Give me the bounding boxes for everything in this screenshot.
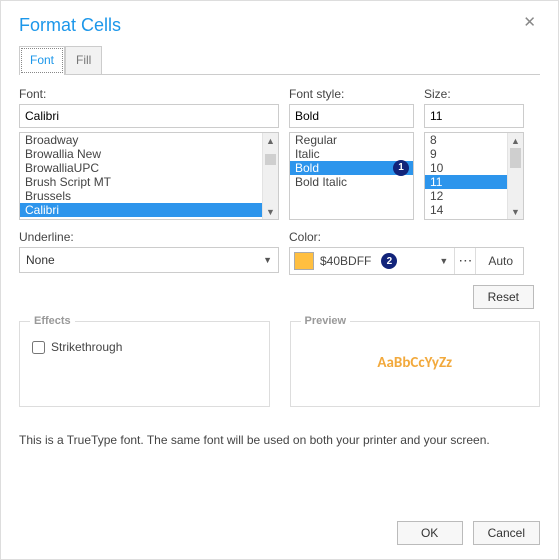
strikethrough-input[interactable] [32,341,45,354]
tab-fill[interactable]: Fill [65,46,102,74]
chevron-down-icon[interactable]: ▼ [263,204,278,219]
underline-value: None [26,253,55,267]
scrollbar[interactable]: ▲ ▼ [262,133,278,219]
dialog-title: Format Cells [19,15,121,36]
fontstyle-input[interactable] [289,104,414,128]
chevron-down-icon[interactable]: ▼ [508,204,523,219]
color-value: $40BDFF [320,254,371,268]
close-icon[interactable]: ✕ [519,15,540,30]
button-bar: OK Cancel [397,521,540,545]
chevron-up-icon[interactable]: ▲ [263,133,278,148]
font-input[interactable] [19,104,279,128]
chevron-up-icon[interactable]: ▲ [508,133,523,148]
chevron-down-icon: ▼ [263,255,272,265]
underline-label: Underline: [19,230,279,244]
color-picker[interactable]: $40BDFF 2 ▼ ⋯ Auto [289,247,524,275]
preview-label: Preview [301,315,351,327]
font-label: Font: [19,87,279,101]
preview-sample: AaBbCcYyZz [303,354,528,372]
tab-content: Font: Broadway Browallia New BrowalliaUP… [19,87,540,545]
strikethrough-label: Strikethrough [51,340,122,354]
list-item[interactable]: BrowalliaUPC [20,161,278,175]
fontstyle-listbox[interactable]: Regular Italic Bold 1 Bold Italic [289,132,414,220]
font-description: This is a TrueType font. The same font w… [19,433,540,447]
tabstrip: Font Fill [19,46,540,75]
preview-group: Preview AaBbCcYyZz [290,321,541,407]
list-item[interactable]: Bold Italic [290,175,413,189]
list-item[interactable]: Broadway [20,133,278,147]
fontstyle-label: Font style: [289,87,414,101]
effects-label: Effects [30,315,75,327]
list-item[interactable]: Italic [290,147,413,161]
list-item[interactable]: Brush Script MT [20,175,278,189]
badge-1: 1 [393,160,409,176]
scrollbar[interactable]: ▲ ▼ [507,133,523,219]
cancel-button[interactable]: Cancel [473,521,540,545]
titlebar: Format Cells ✕ [19,15,540,36]
size-label: Size: [424,87,524,101]
list-item[interactable]: Bold 1 [290,161,413,175]
reset-button[interactable]: Reset [473,285,534,309]
strikethrough-checkbox[interactable]: Strikethrough [32,340,257,354]
auto-color-button[interactable]: Auto [482,254,519,268]
font-listbox[interactable]: Broadway Browallia New BrowalliaUPC Brus… [19,132,279,220]
effects-group: Effects Strikethrough [19,321,270,407]
format-cells-dialog: Format Cells ✕ Font Fill Font: Broadway … [0,0,559,560]
color-swatch [294,252,314,270]
list-item[interactable]: Browallia New [20,147,278,161]
color-label: Color: [289,230,524,244]
list-item[interactable]: Regular [290,133,413,147]
underline-select[interactable]: None ▼ [19,247,279,273]
tab-font[interactable]: Font [19,46,65,75]
ok-button[interactable]: OK [397,521,463,545]
list-item[interactable]: Calibri [20,203,278,217]
list-item[interactable]: Brussels [20,189,278,203]
more-colors-button[interactable]: ⋯ [454,248,476,274]
size-listbox[interactable]: 8 9 10 11 12 14 ▲ ▼ [424,132,524,220]
badge-2: 2 [381,253,397,269]
list-item-label: Bold [295,161,319,175]
chevron-down-icon[interactable]: ▼ [439,256,448,266]
size-input[interactable] [424,104,524,128]
